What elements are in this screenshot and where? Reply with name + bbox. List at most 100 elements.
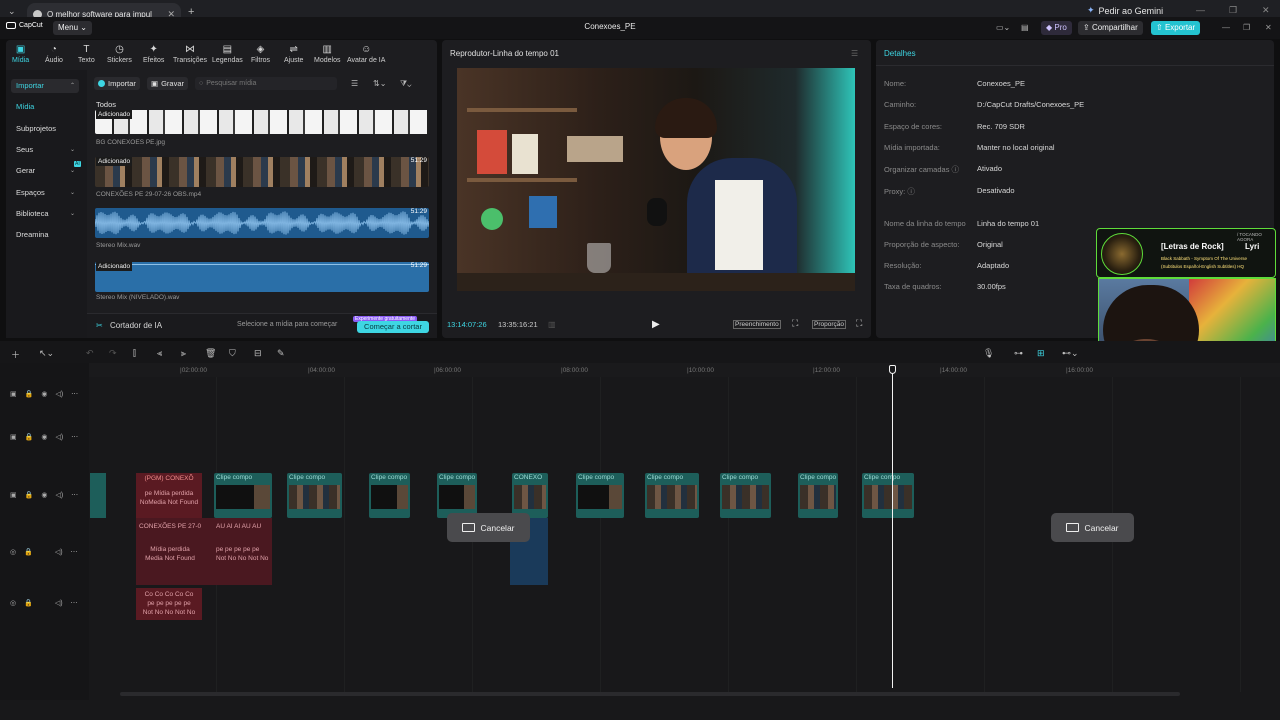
sidebar-item-2[interactable]: Subprojetos bbox=[11, 122, 79, 136]
split-left-icon[interactable]: ⫷ bbox=[157, 348, 162, 359]
compound-clip[interactable]: Clipe compo bbox=[214, 473, 272, 518]
filter-icon[interactable]: ⧩⌄ bbox=[400, 79, 411, 89]
tool-modelos[interactable]: ▥ Modelos bbox=[314, 44, 340, 64]
gemini-button[interactable]: ✦ Pedir ao Gemini bbox=[1087, 5, 1163, 16]
speaker-icon[interactable]: ◁) bbox=[55, 548, 63, 556]
list-view-icon[interactable]: ☰ bbox=[351, 79, 358, 88]
lock-icon[interactable]: 🔒 bbox=[24, 599, 33, 607]
sort-icon[interactable]: ⇅⌄ bbox=[373, 79, 386, 88]
app-close-icon[interactable]: ✕ bbox=[1265, 23, 1272, 32]
speaker-icon[interactable]: ◁) bbox=[55, 390, 63, 398]
mark-icon[interactable]: ⛉ bbox=[229, 348, 236, 359]
split-icon[interactable]: ⫿ bbox=[133, 348, 136, 359]
track-visibility-icon[interactable]: ▣ bbox=[10, 433, 17, 441]
tab-list-icon[interactable]: ⌄ bbox=[8, 6, 16, 17]
sidebar-item-1[interactable]: Mídia bbox=[11, 100, 79, 114]
mic-icon[interactable]: 🎙 bbox=[983, 348, 994, 359]
more-icon[interactable]: ⋯ bbox=[71, 491, 78, 499]
import-button[interactable]: Importar bbox=[94, 77, 140, 90]
sidebar-item-5[interactable]: Espaços ⌄ bbox=[11, 186, 79, 200]
audio-track-icon[interactable]: ◎ bbox=[10, 599, 16, 607]
sidebar-item-6[interactable]: Biblioteca ⌄ bbox=[11, 207, 79, 221]
sidebar-item-7[interactable]: Dreamina bbox=[11, 228, 79, 242]
media-item-image[interactable]: Adicionado bbox=[95, 110, 429, 134]
audio-track-icon[interactable]: ◎ bbox=[10, 548, 16, 556]
pen-icon[interactable]: ✎ bbox=[277, 348, 285, 359]
lock-icon[interactable]: 🔒 bbox=[24, 548, 33, 556]
more-icon[interactable]: ⋯ bbox=[71, 390, 78, 398]
eye-icon[interactable]: ◉ bbox=[41, 491, 47, 499]
compound-clip[interactable]: CONEXO bbox=[512, 473, 548, 518]
fill-button[interactable]: Preenchimento bbox=[733, 320, 781, 329]
tool-stickers[interactable]: ◷ Stickers bbox=[107, 44, 132, 64]
tool-transições[interactable]: ⋈ Transições bbox=[173, 44, 207, 64]
compound-clip[interactable]: Clipe compo bbox=[369, 473, 410, 518]
tool-avatar-de-ia[interactable]: ☺ Avatar de IA bbox=[347, 44, 385, 64]
shortcut-icon[interactable]: ▤ bbox=[1021, 23, 1029, 32]
tool-áudio[interactable]: ◔ Áudio bbox=[45, 44, 63, 64]
eye-icon[interactable]: ◉ bbox=[41, 390, 47, 398]
play-button[interactable]: ▶ bbox=[652, 319, 660, 330]
missing-media-clip[interactable]: Co Co Co Co Co pe pe pe pe pe Not No No … bbox=[136, 588, 202, 620]
more-icon[interactable]: ⋯ bbox=[71, 599, 78, 607]
tool-efeitos[interactable]: ✦ Efeitos bbox=[143, 44, 164, 64]
redo-icon[interactable]: ↷ bbox=[109, 348, 117, 359]
tool-mídia[interactable]: ▣ Mídia bbox=[12, 44, 29, 64]
start-cut-button[interactable]: Começar a cortar bbox=[357, 321, 429, 333]
record-button[interactable]: ▣ Gravar bbox=[147, 77, 189, 90]
track-visibility-icon[interactable]: ▣ bbox=[10, 491, 17, 499]
sidebar-item-4[interactable]: Gerar ⌄ bbox=[11, 164, 79, 178]
eye-icon[interactable]: ◉ bbox=[41, 433, 47, 441]
media-item-video[interactable]: Adicionado 51:29 bbox=[95, 157, 429, 187]
freeze-icon[interactable]: ⊟ bbox=[254, 348, 262, 359]
select-tool-icon[interactable]: ↖⌄ bbox=[39, 348, 54, 359]
sidebar-item-0[interactable]: Importar ⌃ bbox=[11, 79, 79, 93]
split-right-icon[interactable]: ⫸ bbox=[181, 348, 186, 359]
snap-icon[interactable]: ⊞ bbox=[1037, 348, 1045, 359]
track-visibility-icon[interactable]: ▣ bbox=[10, 390, 17, 398]
speaker-icon[interactable]: ◁) bbox=[55, 491, 63, 499]
compound-clip[interactable]: Clipe compo bbox=[862, 473, 914, 518]
tool-texto[interactable]: T Texto bbox=[78, 44, 95, 64]
compound-clip[interactable]: Clipe compo bbox=[576, 473, 624, 518]
clip-stub[interactable] bbox=[90, 473, 106, 518]
lock-icon[interactable]: 🔒 bbox=[25, 433, 34, 441]
playhead-handle[interactable] bbox=[889, 365, 896, 374]
cancel-button[interactable]: Cancelar bbox=[1051, 513, 1134, 542]
media-search-input[interactable]: ○ Pesquisar mídia bbox=[195, 77, 337, 90]
add-track-icon[interactable]: ＋ bbox=[11, 348, 20, 361]
lock-icon[interactable]: 🔒 bbox=[25, 491, 34, 499]
minimize-icon[interactable]: — bbox=[1196, 5, 1205, 15]
playhead[interactable] bbox=[892, 368, 893, 688]
layout-icon[interactable]: ▭⌄ bbox=[996, 23, 1010, 32]
menu-button[interactable]: Menu ⌄ bbox=[53, 21, 92, 35]
app-restore-icon[interactable]: ❐ bbox=[1243, 23, 1250, 32]
speaker-icon[interactable]: ◁) bbox=[55, 433, 63, 441]
compound-clip[interactable]: Clipe compo bbox=[287, 473, 342, 518]
share-button[interactable]: ⇪ Compartilhar bbox=[1078, 21, 1143, 35]
delete-icon[interactable]: 🗑 bbox=[205, 348, 216, 359]
media-item-audio[interactable]: 51:29 bbox=[95, 208, 429, 238]
cancel-button[interactable]: Cancelar bbox=[447, 513, 530, 542]
compound-clip[interactable]: Clipe compo bbox=[437, 473, 477, 518]
missing-media-clip[interactable]: CONEXÕES PE 27-0 AU AI AI AU AU Mídia pe… bbox=[136, 518, 272, 585]
app-minimize-icon[interactable]: — bbox=[1222, 23, 1230, 32]
missing-media-clip[interactable]: (PGM) CONEXÕ pe Mídia perdida NoMedia No… bbox=[136, 473, 202, 518]
timecode-grid-icon[interactable]: ▥ bbox=[548, 320, 556, 329]
sidebar-item-3[interactable]: Seus ⌄ bbox=[11, 143, 79, 157]
tool-ajuste[interactable]: ⇌ Ajuste bbox=[284, 44, 303, 64]
player-menu-icon[interactable]: ☰ bbox=[851, 49, 858, 58]
lock-icon[interactable]: 🔒 bbox=[25, 390, 34, 398]
fullscreen-icon[interactable]: ⛶ bbox=[856, 318, 862, 329]
link-icon[interactable]: ⊶ bbox=[1014, 348, 1023, 359]
compound-clip[interactable]: Clipe compo bbox=[720, 473, 771, 518]
more-icon[interactable]: ⋯ bbox=[71, 548, 78, 556]
tool-legendas[interactable]: ▤ Legendas bbox=[212, 44, 243, 64]
speaker-icon[interactable]: ◁) bbox=[55, 599, 63, 607]
pro-badge[interactable]: ◆ Pro bbox=[1041, 21, 1072, 35]
more-icon[interactable]: ⋯ bbox=[71, 433, 78, 441]
tool-filtros[interactable]: ◈ Filtros bbox=[251, 44, 270, 64]
timeline-scrollbar[interactable] bbox=[120, 692, 1180, 696]
restore-icon[interactable]: ❐ bbox=[1229, 5, 1237, 16]
undo-icon[interactable]: ↶ bbox=[86, 348, 94, 359]
